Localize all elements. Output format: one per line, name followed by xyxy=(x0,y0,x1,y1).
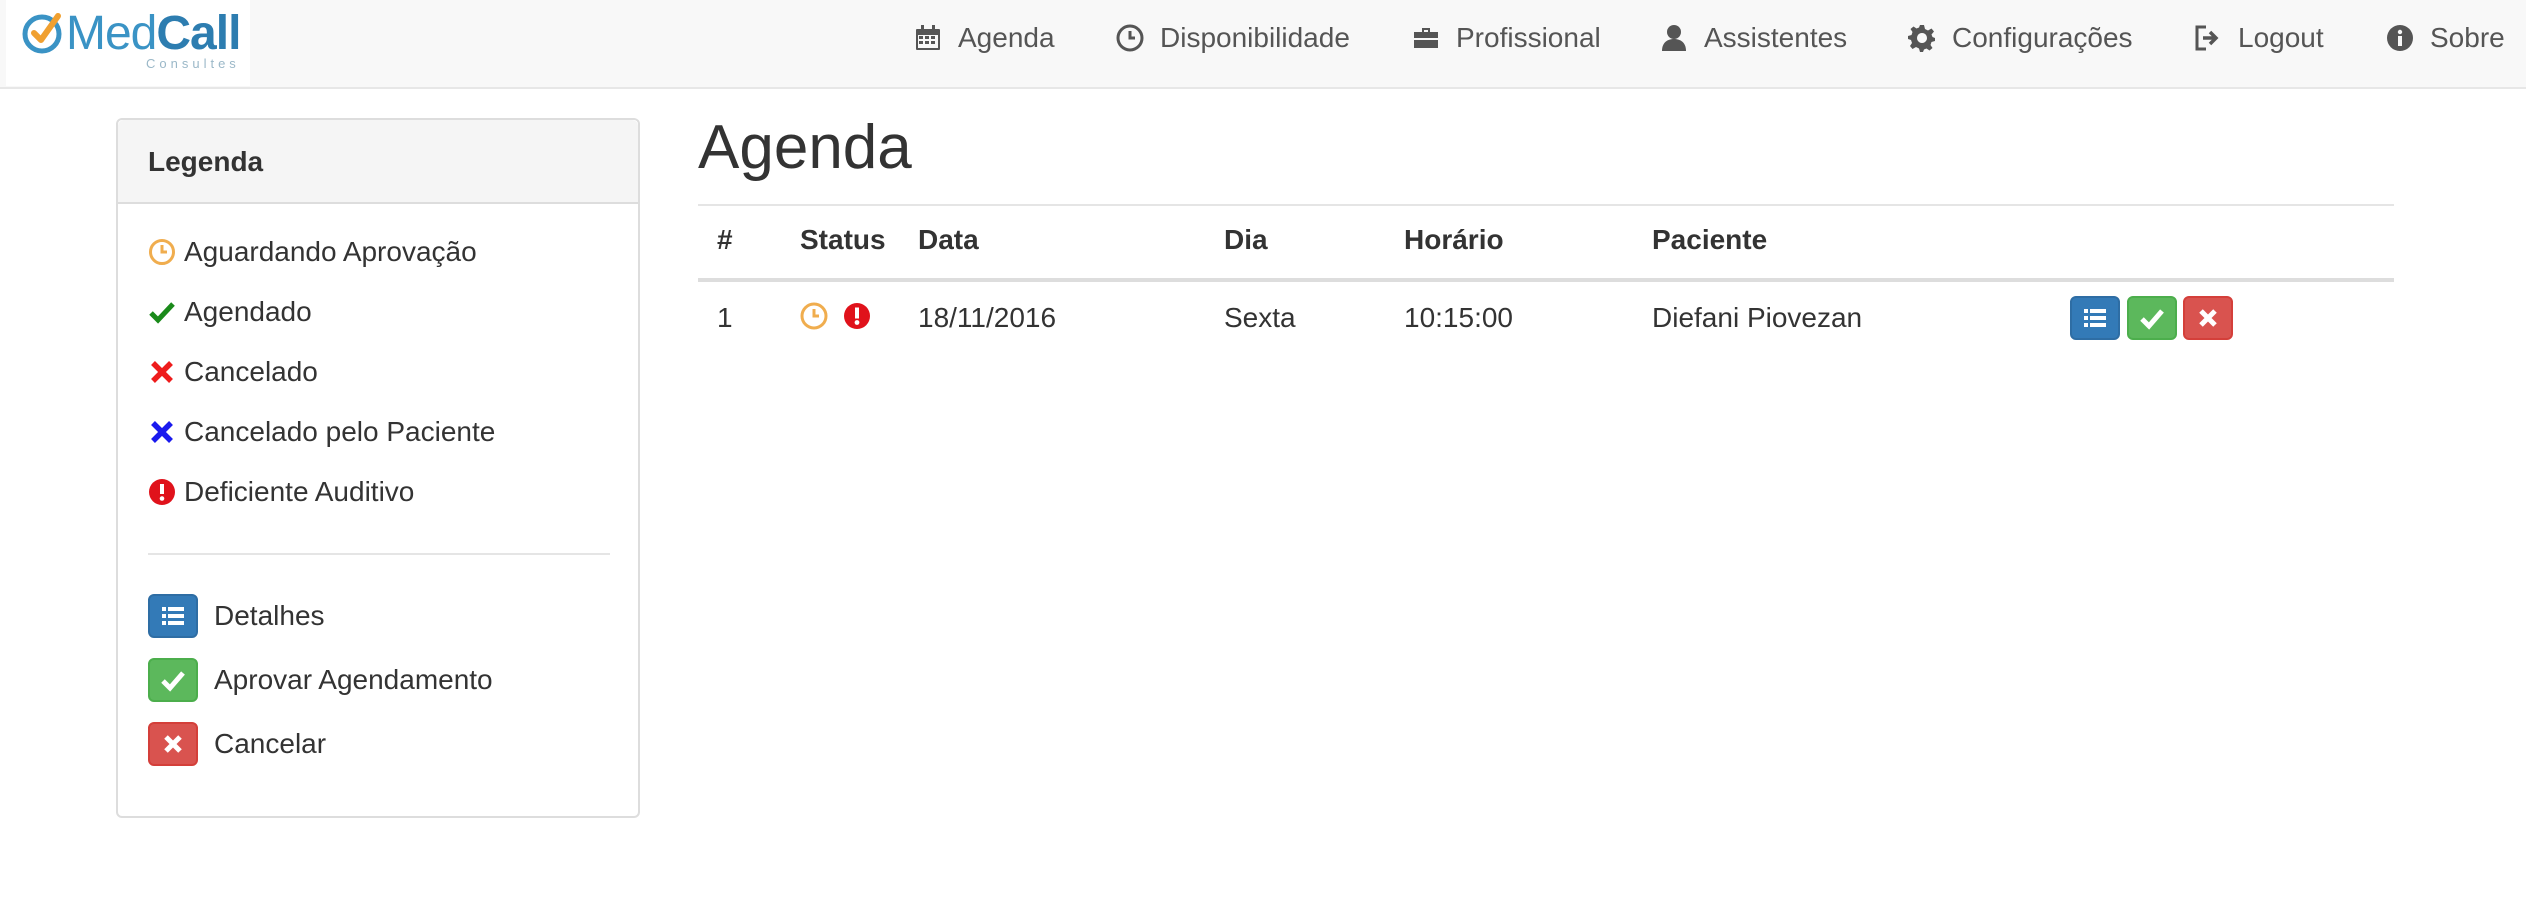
legend-title: Legenda xyxy=(118,120,638,204)
cell-paciente: Diefani Piovezan xyxy=(1652,302,1863,333)
legend-item-label: Aguardando Aprovação xyxy=(184,236,477,267)
logo-check-icon xyxy=(22,13,62,54)
nav-agenda-label: Agenda xyxy=(958,22,1055,53)
list-icon xyxy=(2084,309,2106,327)
legend-item-aguardando: Aguardando Aprovação xyxy=(148,236,477,268)
clock-icon xyxy=(1116,24,1144,52)
approve-button[interactable] xyxy=(2127,296,2177,340)
brand-logo[interactable]: MedCall Consultes xyxy=(6,0,250,86)
info-icon xyxy=(2387,25,2413,51)
user-icon xyxy=(1662,25,1686,51)
times-icon xyxy=(151,361,173,383)
details-swatch xyxy=(148,594,198,638)
nav-disponibilidade-label: Disponibilidade xyxy=(1160,22,1350,53)
legend-action-label: Aprovar Agendamento xyxy=(214,664,493,695)
top-navbar: MedCall Consultes Agenda Disponibilidade… xyxy=(0,0,2526,89)
column-header-data: Data xyxy=(918,224,979,255)
legend-item-agendado: Agendado xyxy=(148,296,312,328)
details-button[interactable] xyxy=(2070,296,2120,340)
nav-logout-label: Logout xyxy=(2238,22,2324,53)
nav-assistentes-label: Assistentes xyxy=(1704,22,1848,53)
column-header-horario: Horário xyxy=(1404,224,1504,255)
column-header-number: # xyxy=(717,224,733,255)
legend-item-label: Agendado xyxy=(184,296,312,327)
logout-icon xyxy=(2195,25,2219,51)
check-icon xyxy=(149,302,175,324)
cancel-button[interactable] xyxy=(2183,296,2233,340)
exclamation-icon xyxy=(844,303,870,329)
legend-item-label: Cancelado pelo Paciente xyxy=(184,416,496,447)
check-icon xyxy=(161,671,185,692)
column-header-paciente: Paciente xyxy=(1652,224,1768,255)
clock-icon xyxy=(800,302,828,330)
list-icon xyxy=(162,607,184,625)
nav-disponibilidade[interactable]: Disponibilidade xyxy=(1116,0,1350,76)
nav-sobre-label: Sobre xyxy=(2430,22,2505,53)
times-icon xyxy=(151,421,173,443)
legend-item-deficiente-auditivo: Deficiente Auditivo xyxy=(148,476,414,508)
legend-action-aprovar: Aprovar Agendamento xyxy=(148,658,493,702)
times-icon xyxy=(164,735,182,753)
cell-data: 18/11/2016 xyxy=(918,302,1057,333)
nav-profissional-label: Profissional xyxy=(1456,22,1601,53)
briefcase-icon xyxy=(1414,28,1438,48)
title-divider xyxy=(698,204,2394,206)
brand-tagline: Consultes xyxy=(146,56,240,71)
nav-agenda[interactable]: Agenda xyxy=(914,0,1055,76)
legend-item-cancelado-paciente: Cancelado pelo Paciente xyxy=(148,416,495,448)
cell-number: 1 xyxy=(717,302,733,333)
table-header-divider xyxy=(698,278,2394,282)
calendar-icon xyxy=(916,25,940,50)
legend-item-label: Deficiente Auditivo xyxy=(184,476,415,507)
page-title: Agenda xyxy=(698,113,912,182)
exclamation-icon xyxy=(149,479,175,505)
clock-icon xyxy=(149,239,175,265)
legend-action-label: Detalhes xyxy=(214,600,325,631)
nav-sobre[interactable]: Sobre xyxy=(2386,0,2505,76)
approve-swatch xyxy=(148,658,198,702)
nav-configuracoes-label: Configurações xyxy=(1952,22,2133,53)
legend-divider xyxy=(148,553,610,555)
nav-assistentes[interactable]: Assistentes xyxy=(1660,0,1847,76)
nav-profissional[interactable]: Profissional xyxy=(1412,0,1601,76)
cell-dia: Sexta xyxy=(1224,302,1296,333)
legend-action-label: Cancelar xyxy=(214,728,327,759)
nav-configuracoes[interactable]: Configurações xyxy=(1908,0,2133,76)
legend-panel: Legenda Aguardando Aprovação Agendado Ca… xyxy=(116,118,640,818)
gear-icon xyxy=(1908,25,1935,52)
column-header-dia: Dia xyxy=(1224,224,1268,255)
legend-action-cancelar: Cancelar xyxy=(148,722,326,766)
brand-name: MedCall xyxy=(66,7,241,60)
times-icon xyxy=(2199,309,2217,327)
legend-action-detalhes: Detalhes xyxy=(148,594,325,638)
legend-item-cancelado: Cancelado xyxy=(148,356,318,388)
column-header-status: Status xyxy=(800,224,886,255)
check-icon xyxy=(2140,309,2164,330)
nav-logout[interactable]: Logout xyxy=(2194,0,2324,76)
cell-horario: 10:15:00 xyxy=(1404,302,1513,333)
legend-item-label: Cancelado xyxy=(184,356,318,387)
cancel-swatch xyxy=(148,722,198,766)
